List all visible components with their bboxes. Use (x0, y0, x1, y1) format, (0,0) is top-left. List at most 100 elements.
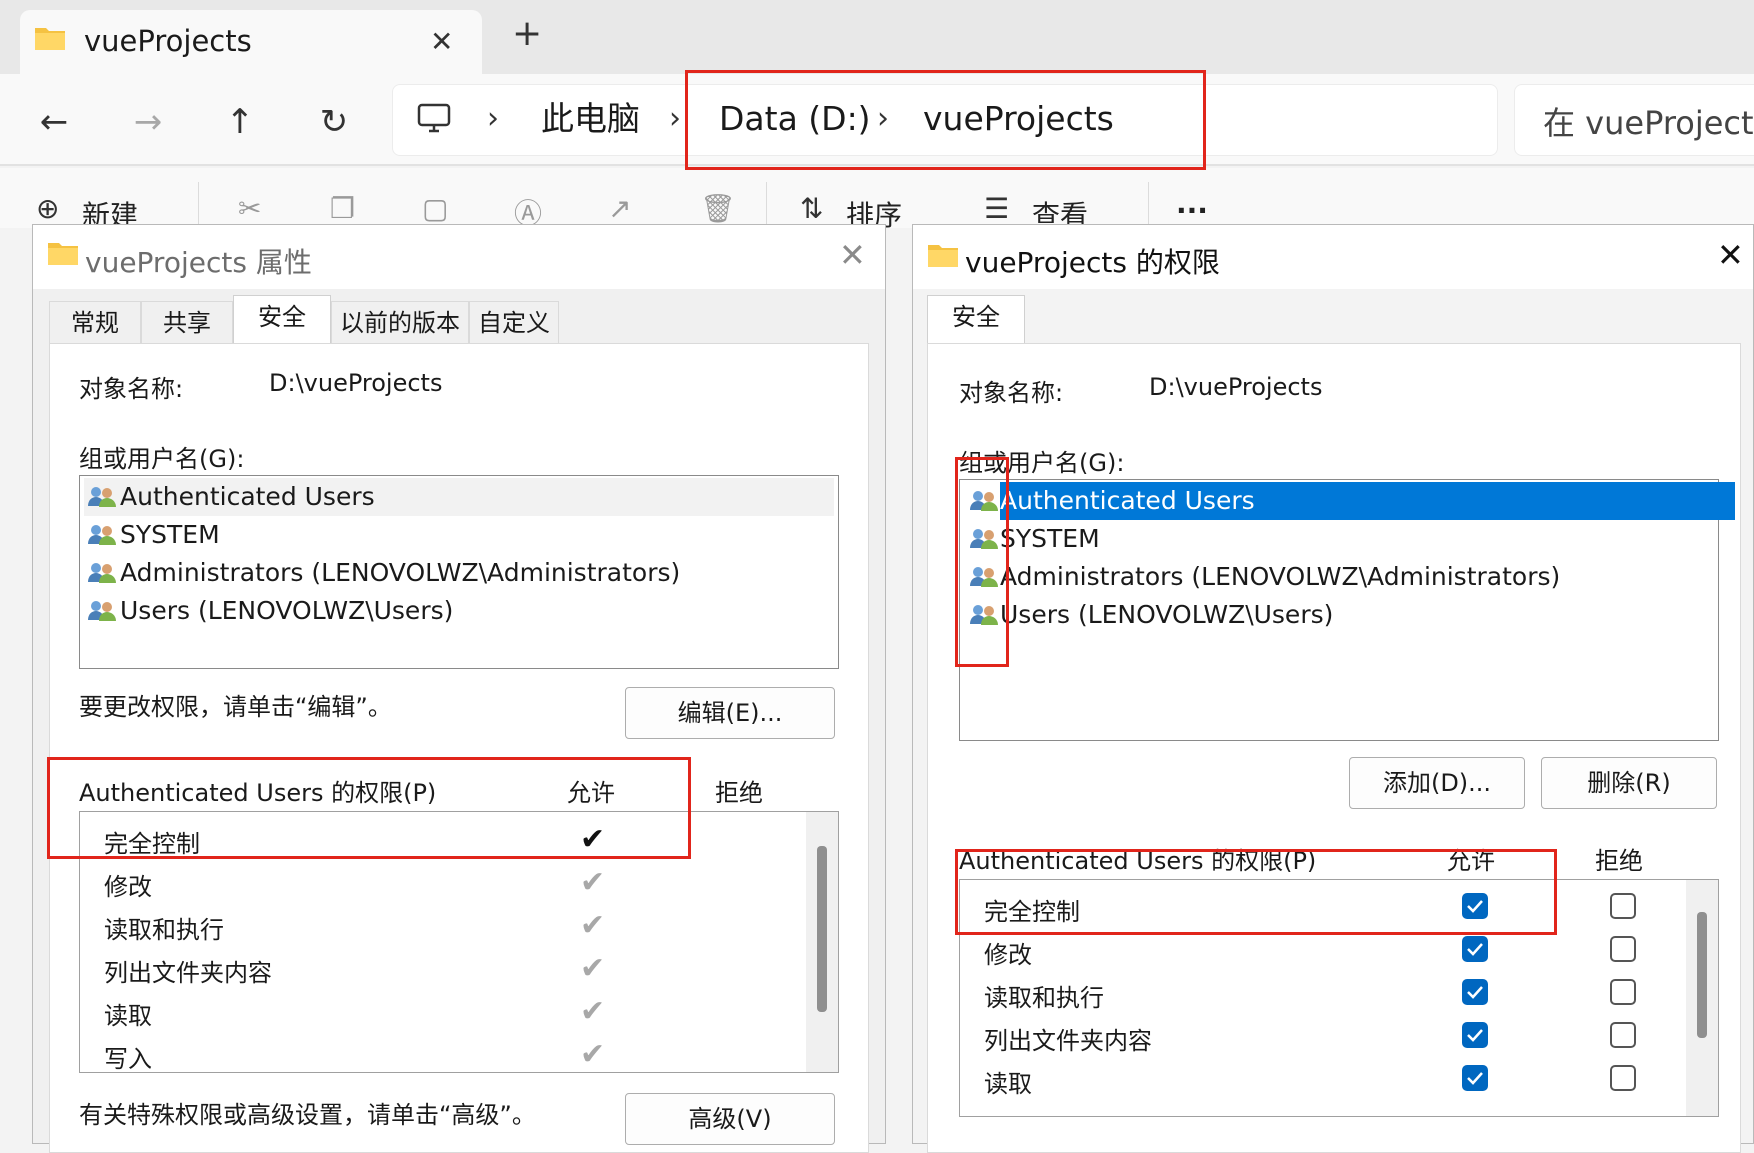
list-item[interactable]: Authenticated Users (966, 482, 1735, 520)
allow-checkbox[interactable] (1462, 979, 1488, 1005)
permission-write: 写入 (104, 1045, 152, 1073)
tab-customize[interactable]: 自定义 (469, 301, 559, 343)
remove-button[interactable]: 删除(R) (1541, 757, 1717, 809)
check-icon: ✔ (580, 1037, 606, 1072)
deny-checkbox[interactable] (1610, 979, 1636, 1005)
computer-icon (417, 103, 451, 135)
permissions-title: vueProjects 的权限 (965, 246, 1220, 279)
permission-read: 读取 (984, 1070, 1032, 1098)
user-list[interactable]: Authenticated Users SYSTEM Administrator… (959, 479, 1735, 741)
properties-tabs: 常规 共享 安全 以前的版本 自定义 (49, 295, 869, 343)
permission-list-folder: 列出文件夹内容 (104, 959, 272, 987)
user-name: Users (LENOVOLWZ\Users) (1000, 600, 1334, 629)
permission-modify: 修改 (984, 941, 1032, 969)
permission-list-folder: 列出文件夹内容 (984, 1027, 1152, 1055)
scrollbar[interactable] (1686, 880, 1718, 1116)
object-name-label: 对象名称: (79, 375, 184, 403)
copy-icon[interactable]: ❐ (330, 192, 355, 225)
folder-icon (927, 241, 959, 269)
breadcrumb-this-pc[interactable]: 此电脑 (541, 97, 640, 141)
scrollbar-thumb[interactable] (1697, 912, 1707, 1038)
advanced-button[interactable]: 高级(V) (625, 1093, 835, 1145)
permissions-tabs: 安全 (927, 295, 1741, 343)
user-list[interactable]: Authenticated Users SYSTEM Administrator… (79, 475, 839, 669)
properties-dialog: vueProjects 属性 ✕ 常规 共享 安全 以前的版本 自定义 对象名称… (32, 224, 886, 1153)
user-name: SYSTEM (1000, 524, 1100, 553)
search-box[interactable]: 在 vueProjects (1514, 84, 1754, 156)
users-icon (88, 562, 116, 584)
change-permissions-hint: 要更改权限，请单击“编辑”。 (79, 693, 392, 721)
explorer-tab[interactable]: vueProjects ✕ (20, 10, 482, 76)
scrollbar[interactable] (806, 812, 838, 1072)
check-icon: ✔ (580, 951, 606, 986)
check-icon: ✔ (580, 865, 606, 900)
toolbar-divider (198, 182, 199, 230)
highlight-full-control-box (955, 849, 1557, 935)
scrollbar-thumb[interactable] (817, 846, 827, 1012)
forward-arrow-icon[interactable]: → (124, 98, 172, 146)
object-name-value: D:\vueProjects (1149, 373, 1323, 401)
command-toolbar: ⊕ 新建 ✂ ❐ ▢ Ⓐ ↗ 🗑 ⇅ 排序 ☰ 查看 ··· (0, 168, 1754, 232)
permissions-dialog: vueProjects 的权限 ✕ 安全 对象名称: D:\vueProject… (912, 224, 1754, 1153)
tab-previous-versions[interactable]: 以前的版本 (331, 301, 469, 343)
view-icon[interactable]: ☰ (984, 192, 1009, 225)
highlight-user-icons-box (955, 457, 1009, 667)
deny-checkbox[interactable] (1610, 1065, 1636, 1091)
group-label: 组或用户名(G): (79, 445, 245, 473)
properties-title: vueProjects 属性 (85, 246, 312, 279)
advanced-hint: 有关特殊权限或高级设置，请单击“高级”。 (79, 1101, 536, 1129)
tab-title: vueProjects (84, 24, 252, 58)
allow-checkbox[interactable] (1462, 936, 1488, 962)
list-item[interactable]: Authenticated Users (84, 478, 834, 516)
allow-checkbox[interactable] (1462, 1065, 1488, 1091)
user-name: Authenticated Users (120, 482, 375, 511)
deny-checkbox[interactable] (1610, 1022, 1636, 1048)
permission-read-execute: 读取和执行 (984, 984, 1104, 1012)
search-input[interactable]: 在 vueProjects (1543, 98, 1754, 144)
object-name-value: D:\vueProjects (269, 369, 443, 397)
more-options-icon[interactable]: ··· (1176, 194, 1208, 227)
add-button[interactable]: 添加(D)... (1349, 757, 1525, 809)
deny-checkbox[interactable] (1610, 893, 1636, 919)
highlight-address-box (685, 70, 1206, 170)
close-icon[interactable]: ✕ (430, 28, 453, 56)
folder-icon (34, 24, 66, 52)
deny-header: 拒绝 (1595, 847, 1643, 875)
permission-read-execute: 读取和执行 (104, 916, 224, 944)
users-icon (88, 524, 116, 546)
sort-icon[interactable]: ⇅ (800, 192, 823, 225)
user-name: SYSTEM (120, 520, 220, 549)
folder-icon (47, 239, 79, 267)
close-icon[interactable]: ✕ (839, 237, 866, 273)
cut-icon[interactable]: ✂ (238, 192, 261, 225)
tab-sharing[interactable]: 共享 (141, 301, 233, 343)
tab-security[interactable]: 安全 (233, 295, 331, 343)
paste-icon[interactable]: ▢ (422, 192, 448, 225)
add-circle-icon[interactable]: ⊕ (36, 192, 59, 225)
chevron-right-icon[interactable]: › (669, 97, 681, 141)
refresh-icon[interactable]: ↻ (310, 98, 358, 146)
share-icon[interactable]: ↗ (608, 192, 631, 225)
close-icon[interactable]: ✕ (1717, 237, 1744, 273)
permission-read: 读取 (104, 1002, 152, 1030)
tab-security[interactable]: 安全 (927, 295, 1025, 343)
check-icon: ✔ (580, 994, 606, 1029)
user-name: Users (LENOVOLWZ\Users) (120, 596, 454, 625)
users-icon (88, 600, 116, 622)
users-icon (88, 486, 116, 508)
object-name-label: 对象名称: (959, 379, 1064, 407)
delete-icon[interactable]: 🗑 (700, 192, 736, 225)
tab-general[interactable]: 常规 (49, 301, 141, 343)
new-tab-button[interactable]: + (512, 16, 542, 52)
user-name: Administrators (LENOVOLWZ\Administrators… (120, 558, 681, 587)
allow-checkbox[interactable] (1462, 1022, 1488, 1048)
chevron-right-icon[interactable]: › (487, 97, 499, 141)
up-arrow-icon[interactable]: ↑ (216, 98, 264, 146)
deny-checkbox[interactable] (1610, 936, 1636, 962)
edit-button[interactable]: 编辑(E)... (625, 687, 835, 739)
highlight-full-control-box (47, 757, 691, 859)
back-arrow-icon[interactable]: ← (30, 98, 78, 146)
toolbar-divider (766, 182, 767, 230)
selected-user-name: Authenticated Users (1000, 482, 1735, 520)
user-name: Administrators (LENOVOLWZ\Administrators… (1000, 562, 1561, 591)
